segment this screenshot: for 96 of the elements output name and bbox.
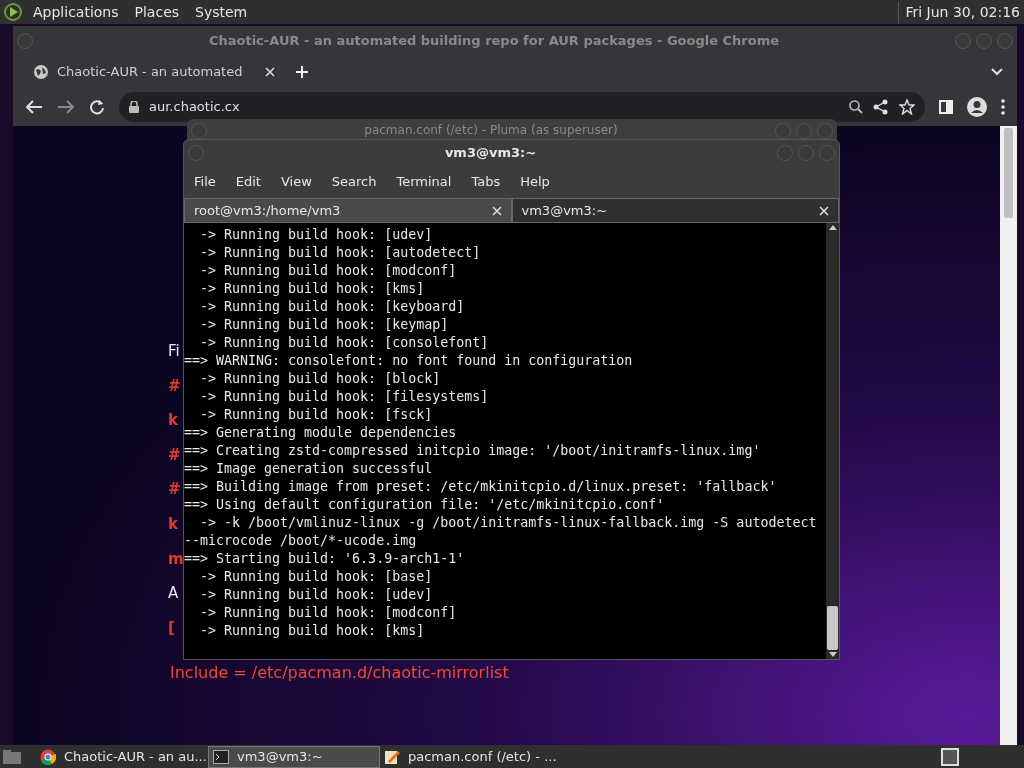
terminal-line: -> Running build hook: [udev] [199,226,434,244]
profile-icon [967,97,987,117]
terminal-icon [213,748,229,765]
terminal-line: ==> Building image from preset: /etc/mkinitcpio.d/linux.preset: 'fallback' [184,478,778,496]
terminal-line: -> Running build hook: [block] [199,370,442,388]
scroll-up-arrow-icon [828,225,837,230]
terminal-tab[interactable]: vm3@vm3:~ [511,198,839,223]
page-text: # [168,480,181,499]
page-text: # [168,376,181,395]
terminal-line: ==> Creating zstd-compressed initcpio image: '/boot/initramfs-linux.img' [184,442,762,460]
menu-item[interactable]: View [280,171,312,192]
notepad-icon [384,748,400,765]
terminal-line: -> Running build hook: [kms] [199,622,426,640]
page-text: A [168,584,179,603]
menu-item[interactable]: File [194,171,216,192]
taskbar-button[interactable]: vm3@vm3:~ [208,745,380,768]
close-icon [491,205,502,216]
star-icon [899,99,915,115]
workspace-icon [940,746,960,767]
terminal-line: --microcode /boot/*-ucode.img [184,532,418,550]
search-icon [849,100,863,114]
window-control-button[interactable] [976,33,992,49]
page-text: k [168,514,178,533]
window-control-button[interactable] [997,33,1013,49]
reload-icon [89,99,105,115]
terminal-line: -> Running build hook: [base] [199,568,434,586]
page-text: k [168,411,178,430]
plus-icon [295,65,309,79]
scrollbar[interactable] [826,223,839,659]
window-control-button[interactable] [188,145,204,161]
more-menu-icon [1001,99,1005,115]
window-control-button[interactable] [817,123,833,139]
window-control-button[interactable] [796,123,812,139]
window-control-button[interactable] [798,145,814,161]
terminal-line: -> Running build hook: [kms] [199,280,426,298]
close-icon [265,67,275,77]
window-control-button[interactable] [819,145,835,161]
scrollbar-thumb[interactable] [827,606,838,650]
clock: Fri Jun 30, 02:16 [898,1,1020,23]
terminal-line: ==> Using default configuration file: '/etc/mkinitcpio.conf' [184,496,666,514]
forward-arrow-icon [57,99,75,115]
tab-title: Chaotic-AUR - an automated [57,63,244,82]
terminal-line: -> Running build hook: [modconf] [199,604,458,622]
window-control-button[interactable] [955,33,971,49]
lock-icon [129,101,139,113]
scrollbar-thumb[interactable] [1004,128,1013,218]
chevron-down-icon [991,68,1003,76]
chrome-icon [40,748,56,765]
window-title: pacman.conf (/etc) - Pluma (as superuser) [363,124,619,138]
window-title: vm3@vm3:~ [443,144,538,163]
share-icon [873,99,889,115]
window-control-button[interactable] [777,145,793,161]
terminal-line: -> Running build hook: [udev] [199,586,434,604]
page-text: Fi [168,342,180,360]
back-arrow-icon [25,99,43,115]
close-icon [819,205,829,216]
menu-item[interactable]: Search [331,171,377,192]
menu-item[interactable]: Help [520,171,550,192]
taskbar-button[interactable]: Chaotic-AUR - an au... [36,745,208,768]
config-line: Include = /etc/pacman.d/chaotic-mirrorlist [170,663,509,683]
window-control-button[interactable] [775,123,791,139]
panel-menu[interactable]: System [195,1,248,23]
page-text: m [168,549,184,568]
menu-item[interactable]: Edit [235,171,261,192]
globe-icon [33,64,49,80]
menu-item[interactable]: Tabs [471,171,501,192]
terminal-line: -> Running build hook: [autodetect] [199,244,482,262]
terminal-line: ==> Starting build: '6.3.9-arch1-1' [184,550,466,568]
panel-menu[interactable]: Places [134,1,180,23]
tab-label: root@vm3:/home/vm3 [194,201,342,220]
terminal-line: ==> WARNING: consolefont: no font found in configuration [184,352,634,370]
side-panel-icon [939,100,953,114]
window-control-button[interactable] [191,123,207,139]
terminal-line: ==> Generating module dependencies [184,424,458,442]
scroll-down-arrow-icon [828,652,837,657]
terminal-line: ==> Image generation successful [184,460,434,478]
play-icon [3,2,23,22]
terminal-line: -> Running build hook: [keyboard] [199,298,466,316]
url-text: aur.chaotic.cx [149,98,241,117]
terminal-line: -> Running build hook: [fsck] [199,406,434,424]
menu-item[interactable]: Terminal [396,171,452,192]
window-title: Chaotic-AUR - an automated building repo for AUR packages - Google Chrome [207,32,781,51]
terminal-tab[interactable]: root@vm3:/home/vm3 [184,198,512,223]
page-text: # [168,445,181,464]
terminal-line: -> Running build hook: [filesystems] [199,388,490,406]
terminal-line: -> Running build hook: [consolefont] [199,334,490,352]
panel-menu[interactable]: Applications [33,1,119,23]
show-desktop-icon [2,748,22,765]
terminal-line: -> -k /boot/vmlinuz-linux -g /boot/initramfs-linux-fallback.img -S autodetect [199,514,818,532]
terminal-line: -> Running build hook: [modconf] [199,262,458,280]
scrollbar[interactable] [1000,126,1017,745]
tab-label: vm3@vm3:~ [521,201,609,220]
page-text: [ [168,618,175,637]
window-control-button[interactable] [17,33,33,49]
terminal-line: -> Running build hook: [keymap] [199,316,450,334]
address-bar[interactable]: aur.chaotic.cx [119,92,925,122]
